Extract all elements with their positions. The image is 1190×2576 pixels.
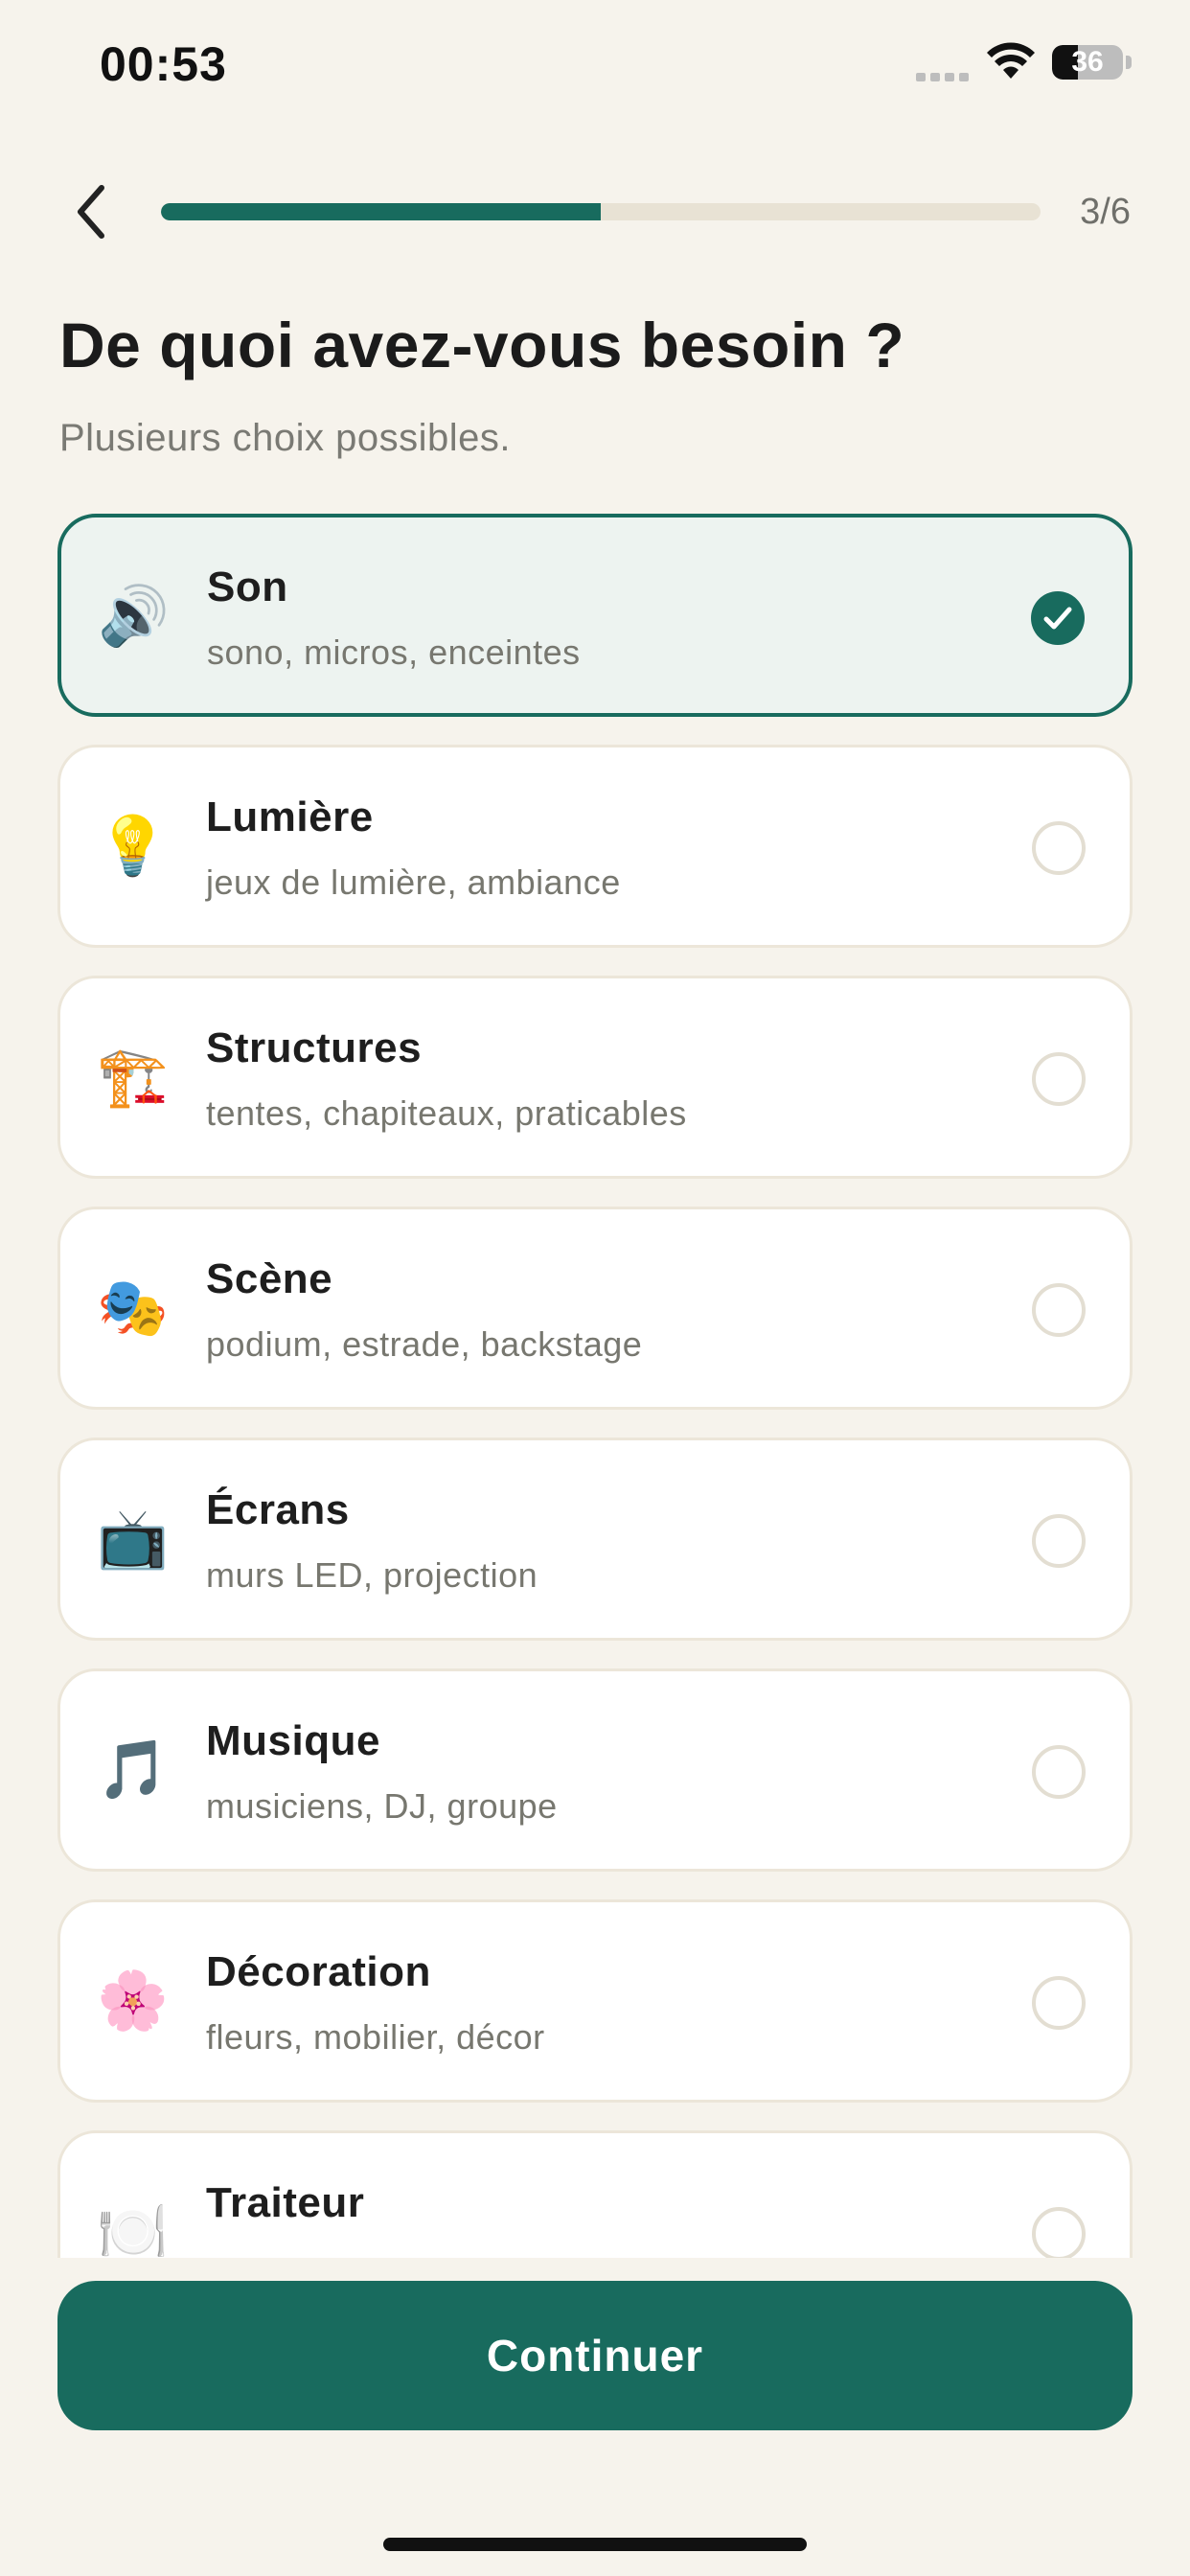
television-icon: 📺 [97, 1506, 169, 1573]
page-subtitle: Plusieurs choix possibles. [59, 417, 511, 459]
option-title: Musique [206, 1717, 380, 1764]
option-card-0[interactable]: 🔊 Son sono, micros, enceintes [57, 514, 1133, 717]
checkbox-checked[interactable] [1031, 591, 1085, 645]
theater-masks-icon: 🎭 [97, 1275, 169, 1342]
option-description: podium, estrade, backstage [206, 1324, 643, 1364]
plate-cutlery-icon: 🍽️ [97, 2198, 169, 2258]
option-card-4[interactable]: 📺 Écrans murs LED, projection [57, 1438, 1133, 1641]
option-description: tentes, chapiteaux, praticables [206, 1093, 687, 1133]
status-time: 00:53 [100, 37, 227, 91]
battery-icon: 36 [1052, 45, 1123, 80]
wifi-icon [987, 42, 1035, 79]
option-card-6[interactable]: 🌸 Décoration fleurs, mobilier, décor [57, 1899, 1133, 2103]
cellular-signal-icon [916, 73, 969, 81]
step-counter: 3/6 [1080, 192, 1131, 232]
option-description: musiciens, DJ, groupe [206, 1786, 558, 1826]
page-title: De quoi avez-vous besoin ? [59, 310, 905, 380]
checkbox-unchecked[interactable] [1032, 1283, 1086, 1337]
chevron-left-icon [78, 185, 104, 239]
option-list: 🔊 Son sono, micros, enceintes 💡 Lumière jeux … [57, 514, 1133, 2258]
checkbox-unchecked[interactable] [1032, 1052, 1086, 1106]
option-title: Traiteur [206, 2179, 365, 2226]
back-button[interactable] [63, 178, 121, 245]
option-title: Structures [206, 1024, 423, 1071]
battery-cap [1126, 56, 1132, 69]
checkbox-unchecked[interactable] [1032, 1514, 1086, 1568]
speaker-icon: 🔊 [98, 583, 170, 650]
option-title: Scène [206, 1255, 333, 1302]
option-card-7[interactable]: 🍽️ Traiteur [57, 2130, 1133, 2258]
checkbox-unchecked[interactable] [1032, 2207, 1086, 2258]
option-title: Son [207, 564, 288, 610]
option-description: murs LED, projection [206, 1555, 538, 1595]
progress-fill [161, 203, 601, 220]
checkbox-unchecked[interactable] [1032, 1976, 1086, 2030]
battery-level: 36 [1071, 46, 1104, 78]
status-bar: 00:53 36 [0, 0, 1190, 134]
option-card-1[interactable]: 💡 Lumière jeux de lumière, ambiance [57, 745, 1133, 948]
option-title: Lumière [206, 794, 374, 840]
option-card-5[interactable]: 🎵 Musique musiciens, DJ, groupe [57, 1668, 1133, 1872]
option-description: fleurs, mobilier, décor [206, 2017, 545, 2057]
option-description: jeux de lumière, ambiance [206, 862, 621, 902]
music-note-icon: 🎵 [97, 1736, 169, 1804]
home-indicator [383, 2538, 807, 2551]
option-title: Décoration [206, 1948, 431, 1995]
checkbox-unchecked[interactable] [1032, 821, 1086, 875]
check-icon [1043, 607, 1072, 630]
light-bulb-icon: 💡 [97, 813, 169, 880]
options-scroll-area[interactable]: 🔊 Son sono, micros, enceintes 💡 Lumière jeux … [0, 514, 1190, 2258]
option-card-2[interactable]: 🏗️ Structures tentes, chapiteaux, praticab… [57, 976, 1133, 1179]
flower-icon: 🌸 [97, 1967, 169, 2035]
option-title: Écrans [206, 1486, 350, 1533]
option-card-3[interactable]: 🎭 Scène podium, estrade, backstage [57, 1207, 1133, 1410]
continue-button[interactable]: Continuer [57, 2281, 1133, 2430]
crane-icon: 🏗️ [97, 1044, 169, 1111]
checkbox-unchecked[interactable] [1032, 1745, 1086, 1799]
progress-bar [161, 203, 1041, 220]
option-description: sono, micros, enceintes [207, 632, 581, 672]
